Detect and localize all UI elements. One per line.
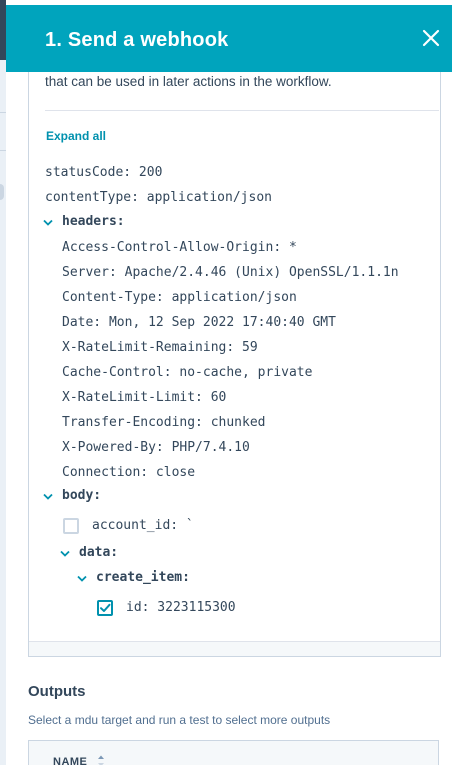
chevron-down-icon[interactable] bbox=[77, 575, 87, 583]
id-checkbox[interactable] bbox=[97, 600, 113, 616]
account-id-field: account_id: ` bbox=[92, 518, 194, 533]
checkmark-icon bbox=[100, 603, 111, 612]
id-field: id: 3223115300 bbox=[126, 600, 236, 615]
header-line: Content-Type: application/json bbox=[62, 290, 297, 305]
chevron-down-icon[interactable] bbox=[43, 219, 53, 227]
header-line: Cache-Control: no-cache, private bbox=[62, 365, 313, 380]
body-toggle[interactable]: body: bbox=[62, 488, 101, 503]
card-footer bbox=[29, 641, 440, 656]
sort-icon[interactable] bbox=[97, 754, 105, 765]
status-code-field: statusCode: 200 bbox=[45, 165, 163, 180]
name-column-header[interactable]: NAME bbox=[53, 756, 87, 765]
outputs-table-header: NAME bbox=[28, 740, 439, 765]
header-line: Connection: close bbox=[62, 465, 196, 480]
outputs-heading: Outputs bbox=[28, 683, 86, 700]
header-line: Server: Apache/2.4.46 (Unix) OpenSSL/1.1… bbox=[62, 265, 399, 280]
header-line: X-RateLimit-Limit: 60 bbox=[62, 390, 227, 405]
header-line: X-RateLimit-Remaining: 59 bbox=[62, 340, 258, 355]
chevron-down-icon[interactable] bbox=[60, 550, 70, 558]
background-node-edge bbox=[0, 184, 4, 200]
headers-toggle[interactable]: headers: bbox=[62, 214, 125, 229]
divider bbox=[45, 110, 439, 111]
outputs-hint: Select a mdu target and run a test to se… bbox=[28, 713, 331, 727]
account-id-checkbox[interactable] bbox=[63, 518, 79, 534]
close-icon[interactable] bbox=[421, 28, 441, 48]
expand-all-link[interactable]: Expand all bbox=[46, 129, 106, 143]
header-line: Transfer-Encoding: chunked bbox=[62, 415, 266, 430]
panel-header: 1. Send a webhook bbox=[6, 5, 452, 72]
header-line: Date: Mon, 12 Sep 2022 17:40:40 GMT bbox=[62, 315, 336, 330]
create-item-toggle[interactable]: create_item: bbox=[96, 570, 190, 585]
test-description: that can be used in later actions in the… bbox=[45, 74, 332, 89]
panel-title: 1. Send a webhook bbox=[45, 29, 229, 51]
content-type-field: contentType: application/json bbox=[45, 190, 272, 205]
action-side-panel: 1. Send a webhook that can be used in la… bbox=[6, 0, 452, 765]
header-line: X-Powered-By: PHP/7.4.10 bbox=[62, 440, 250, 455]
data-toggle[interactable]: data: bbox=[79, 545, 118, 560]
header-line: Access-Control-Allow-Origin: * bbox=[62, 240, 297, 255]
chevron-down-icon[interactable] bbox=[43, 493, 53, 501]
